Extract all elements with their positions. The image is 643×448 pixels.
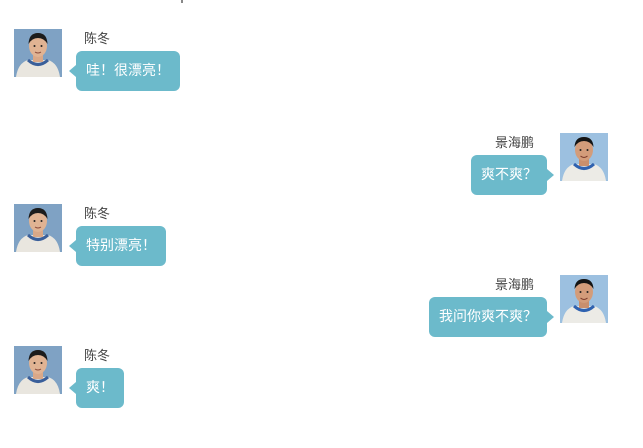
astronaut-portrait-icon[interactable]	[14, 346, 62, 394]
chat-message: 景海鹏 我问你爽不爽？	[0, 275, 643, 345]
astronaut-portrait-icon[interactable]	[560, 275, 608, 323]
chat-window: 陈冬 哇！很漂亮！ 景海鹏 爽不爽？ 陈冬 特别漂亮！ 景海鹏 我问你爽不爽？ …	[0, 0, 643, 448]
sender-name: 景海鹏	[494, 278, 534, 293]
message-bubble[interactable]: 哇！很漂亮！	[69, 51, 180, 91]
sender-name: 陈冬	[84, 349, 111, 364]
chat-message: 陈冬 哇！很漂亮！	[0, 29, 643, 99]
astronaut-portrait-icon[interactable]	[560, 133, 608, 181]
astronaut-portrait-icon[interactable]	[14, 29, 62, 77]
chat-message: 陈冬 爽！	[0, 346, 643, 416]
message-bubble[interactable]: 特别漂亮！	[69, 226, 166, 266]
message-bubble[interactable]: 爽！	[69, 368, 124, 408]
scroll-marker	[181, 0, 183, 3]
message-bubble[interactable]: 我问你爽不爽？	[429, 297, 554, 337]
sender-name: 陈冬	[84, 32, 111, 47]
message-bubble[interactable]: 爽不爽？	[471, 155, 554, 195]
astronaut-portrait-icon[interactable]	[14, 204, 62, 252]
sender-name: 陈冬	[84, 207, 111, 222]
sender-name: 景海鹏	[494, 136, 534, 151]
chat-message: 景海鹏 爽不爽？	[0, 133, 643, 203]
chat-message: 陈冬 特别漂亮！	[0, 204, 643, 274]
